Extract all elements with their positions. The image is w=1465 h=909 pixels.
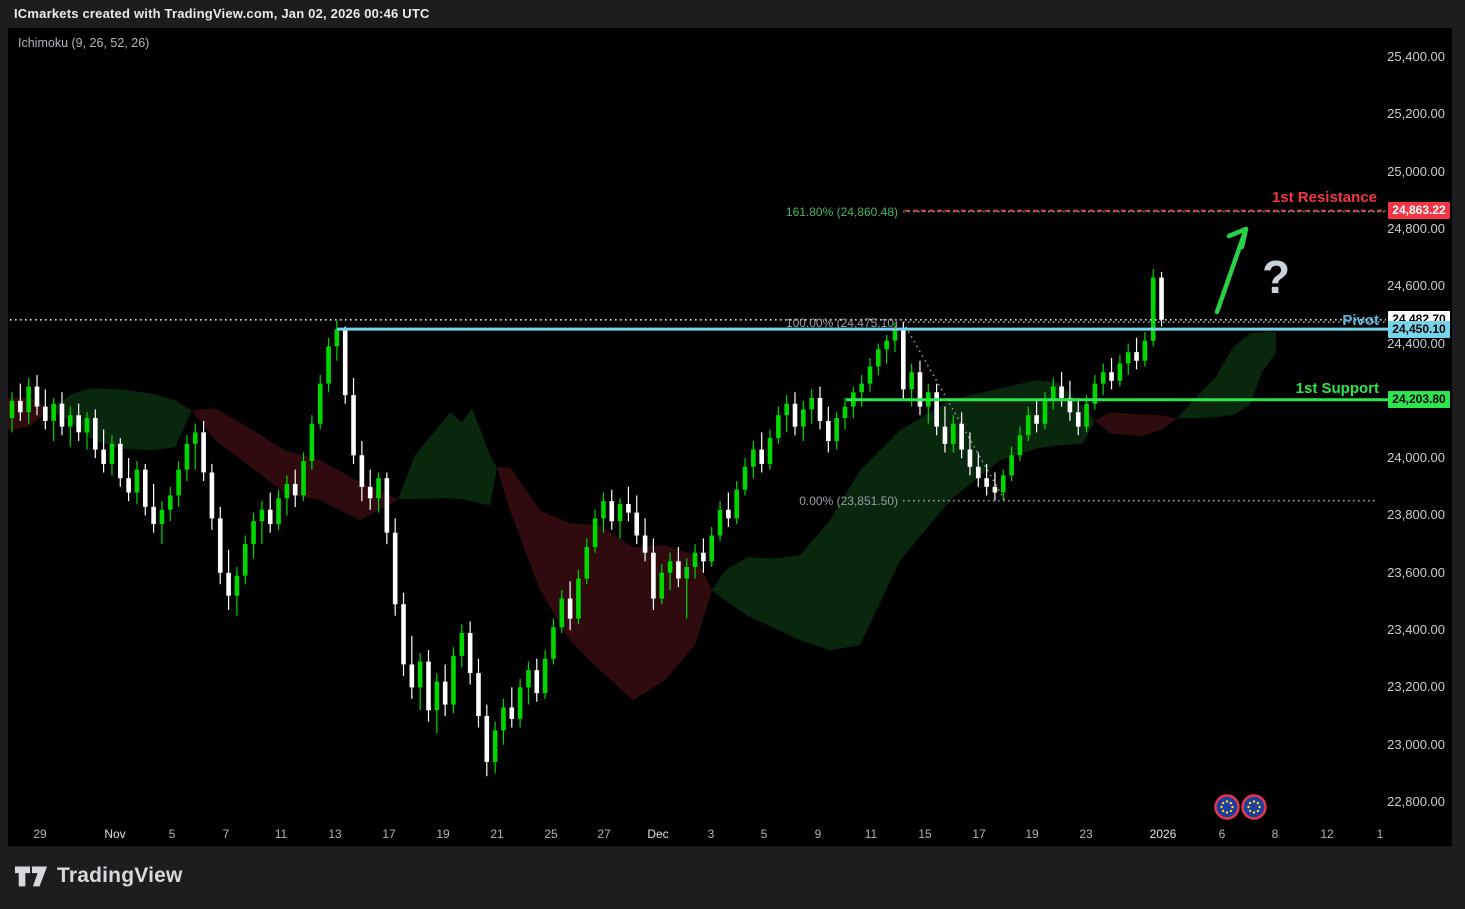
time-tick-label: 15 [918, 827, 931, 841]
price-tick-label: 23,800.00 [1375, 507, 1445, 522]
fib-100-label: 100.00% (24,475.10) [0, 316, 898, 330]
question-mark-annotation: ? [1262, 250, 1290, 304]
time-tick-label: 27 [597, 827, 610, 841]
time-tick-label: 11 [275, 827, 287, 841]
time-tick-label: 13 [328, 827, 341, 841]
time-tick-label: 8 [1272, 827, 1279, 841]
time-tick-label: 23 [1079, 827, 1092, 841]
price-tick-label: 25,000.00 [1375, 164, 1445, 179]
price-tick-label: 25,200.00 [1375, 106, 1445, 121]
time-tick-label: 17 [382, 827, 395, 841]
time-tick-label: 17 [972, 827, 985, 841]
price-tick-label: 23,000.00 [1375, 737, 1445, 752]
time-tick-label: Nov [104, 827, 125, 841]
price-tick-label: 22,800.00 [1375, 794, 1445, 809]
tradingview-logo-text: TradingView [57, 864, 183, 888]
price-tick-label: 24,000.00 [1375, 450, 1445, 465]
time-tick-label: 1 [1377, 827, 1384, 841]
time-tick-label: 25 [544, 827, 557, 841]
price-tick-label: 24,400.00 [1375, 336, 1445, 351]
price-tick-label: 23,600.00 [1375, 565, 1445, 580]
eu-flag-event-icon[interactable] [1216, 796, 1239, 819]
time-tick-label: 2026 [1150, 827, 1177, 841]
tradingview-chart-window: ICmarkets created with TradingView.com, … [0, 0, 1465, 909]
time-tick-label: 9 [815, 827, 822, 841]
cyan-ray-price-badge: 24,450.10 [1388, 321, 1450, 338]
tradingview-logo[interactable]: TradingView [14, 862, 183, 890]
eu-flag-event-icon[interactable] [1243, 796, 1266, 819]
support-price-badge: 24,203.80 [1388, 391, 1450, 408]
indicator-label: Ichimoku (9, 26, 52, 26) [18, 36, 149, 50]
horizontal-levels [10, 211, 1390, 501]
fib-161-label: 161.80% (24,860.48) [0, 205, 898, 219]
price-tick-label: 23,200.00 [1375, 679, 1445, 694]
support-line-label: 1st Support [1296, 380, 1379, 397]
tradingview-logo-icon [14, 862, 48, 890]
time-tick-label: 19 [436, 827, 449, 841]
projection-arrow [1217, 229, 1246, 312]
time-tick-label: 29 [33, 827, 46, 841]
time-tick-label: Dec [647, 827, 668, 841]
price-plot-svg [0, 0, 1465, 909]
resistance-price-badge: 24,863.22 [1388, 202, 1450, 219]
time-tick-label: 3 [708, 827, 715, 841]
candlestick-series [10, 269, 1164, 776]
time-tick-label: 21 [490, 827, 503, 841]
economic-event-icons[interactable] [1216, 796, 1266, 819]
fib-0-label: 0.00% (23,851.50) [0, 494, 898, 508]
time-tick-label: 11 [865, 827, 877, 841]
price-tick-label: 24,600.00 [1375, 278, 1445, 293]
time-tick-label: 7 [223, 827, 230, 841]
resistance-line-label: 1st Resistance [1272, 189, 1377, 206]
time-tick-label: 12 [1320, 827, 1333, 841]
time-tick-label: 5 [169, 827, 176, 841]
ichimoku-cloud [8, 332, 1276, 700]
time-tick-label: 19 [1025, 827, 1038, 841]
time-tick-label: 6 [1219, 827, 1226, 841]
price-tick-label: 23,400.00 [1375, 622, 1445, 637]
price-tick-label: 24,800.00 [1375, 221, 1445, 236]
pivot-line-label: Pivot [1342, 312, 1379, 329]
price-tick-label: 25,400.00 [1375, 49, 1445, 64]
time-tick-label: 5 [761, 827, 768, 841]
